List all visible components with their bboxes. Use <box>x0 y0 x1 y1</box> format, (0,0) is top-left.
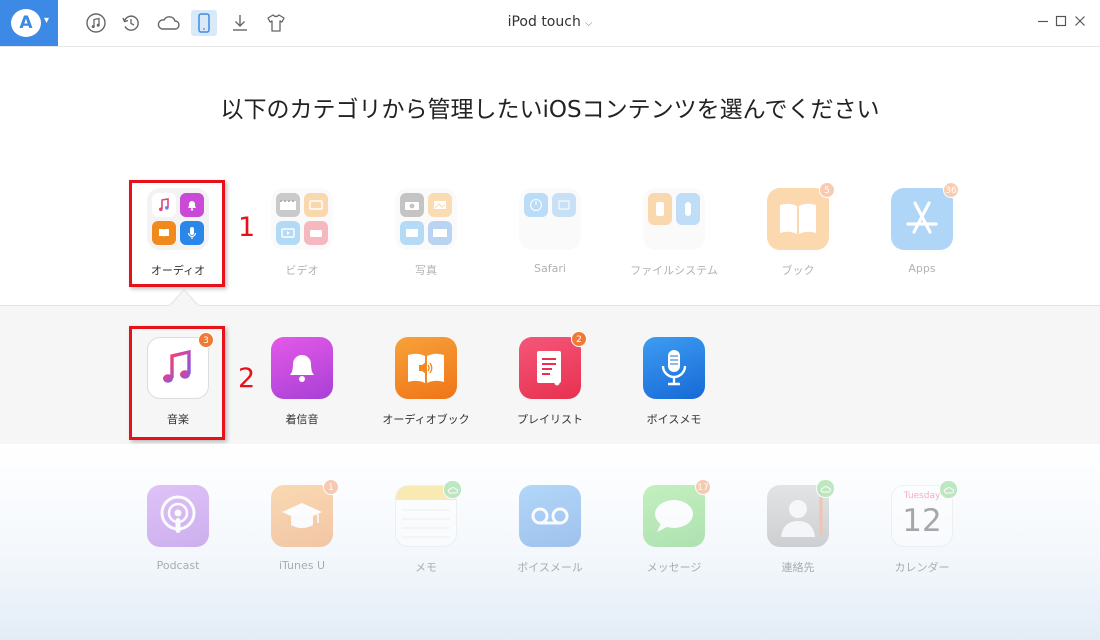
podcast-icon <box>147 485 209 547</box>
category-label: メモ <box>415 561 437 574</box>
safari-category-icon <box>519 188 581 250</box>
minimize-button[interactable] <box>1034 12 1052 30</box>
audio-item-voice-memos[interactable]: ボイスメモ <box>614 337 734 427</box>
audio-item-label: オーディオブック <box>382 413 470 426</box>
category-video[interactable]: ビデオ <box>242 188 362 278</box>
category-file-system[interactable]: ファイルシステム <box>614 188 734 278</box>
notes-icon <box>395 480 462 547</box>
file-system-category-icon <box>643 188 705 250</box>
category-label: ブック <box>781 264 815 277</box>
category-photos[interactable]: 写真 <box>366 188 486 278</box>
voicemail-icon <box>519 485 581 547</box>
category-label: メッセージ <box>646 561 702 574</box>
itunes-u-count-badge: 1 <box>323 479 339 495</box>
apps-category-icon: 36 <box>891 182 959 250</box>
category-label: カレンダー <box>894 561 950 574</box>
category-label: 連絡先 <box>781 561 815 574</box>
playlist-count-badge: 2 <box>571 331 587 347</box>
books-category-icon: 5 <box>767 182 835 250</box>
audio-item-playlists[interactable]: 2 プレイリスト <box>490 331 610 427</box>
chevron-down-icon: ⌵ <box>584 18 593 29</box>
microphone-icon <box>643 337 705 399</box>
audio-item-audiobooks[interactable]: オーディオブック <box>366 337 486 427</box>
icloud-badge-icon <box>443 480 462 499</box>
category-label: iTunes U <box>278 559 326 572</box>
category-label: ファイルシステム <box>630 264 718 277</box>
playlist-icon: 2 <box>519 331 587 399</box>
panel-pointer-arrow <box>169 289 199 306</box>
bell-icon <box>271 337 333 399</box>
step-number-2: 2 <box>238 363 256 394</box>
category-safari[interactable]: Safari <box>490 188 610 275</box>
video-category-icon <box>271 188 333 250</box>
category-podcast[interactable]: Podcast <box>118 485 238 572</box>
calendar-icon: Tuesday 12 <box>891 480 958 547</box>
selection-highlight-audio <box>129 180 225 287</box>
category-books[interactable]: 5 ブック <box>738 182 858 278</box>
device-name: iPod touch <box>507 14 581 30</box>
step-number-1: 1 <box>238 212 256 243</box>
selection-highlight-music <box>129 326 225 440</box>
title-bar: A ▾ iPod touch ⌵ <box>0 0 1100 47</box>
icloud-badge-icon <box>816 479 835 498</box>
category-label: ボイスメール <box>517 561 583 574</box>
category-label: Podcast <box>156 559 200 572</box>
graduation-cap-icon: 1 <box>271 479 339 547</box>
category-itunes-u[interactable]: 1 iTunes U <box>242 479 362 572</box>
close-button[interactable] <box>1071 12 1089 30</box>
category-voicemail[interactable]: ボイスメール <box>490 485 610 575</box>
audio-item-label: 着信音 <box>285 413 319 426</box>
photos-category-icon <box>395 188 457 250</box>
messages-count-badge: 17 <box>695 479 711 495</box>
calendar-date: 12 <box>902 503 942 539</box>
category-calendar[interactable]: Tuesday 12 カレンダー <box>862 480 982 575</box>
message-bubble-icon: 17 <box>643 479 711 547</box>
category-label: Apps <box>908 262 936 275</box>
category-apps[interactable]: 36 Apps <box>862 182 982 275</box>
audio-item-label: プレイリスト <box>517 413 583 426</box>
icloud-badge-icon <box>939 480 958 499</box>
maximize-button[interactable] <box>1052 12 1070 30</box>
page-heading: 以下のカテゴリから管理したいiOSコンテンツを選んでください <box>220 97 880 123</box>
contact-person-icon <box>767 479 835 547</box>
apps-count-badge: 36 <box>943 182 959 198</box>
device-selector[interactable]: iPod touch ⌵ <box>0 14 1100 30</box>
audio-item-label: ボイスメモ <box>646 413 702 426</box>
category-label: 写真 <box>415 264 437 277</box>
category-label: Safari <box>534 262 566 275</box>
category-notes[interactable]: メモ <box>366 480 486 575</box>
audiobook-icon <box>395 337 457 399</box>
category-label: ビデオ <box>285 264 319 277</box>
books-count-badge: 5 <box>819 182 835 198</box>
category-contacts[interactable]: 連絡先 <box>738 479 858 575</box>
category-messages[interactable]: 17 メッセージ <box>614 479 734 575</box>
audio-item-ringtones[interactable]: 着信音 <box>242 337 362 427</box>
